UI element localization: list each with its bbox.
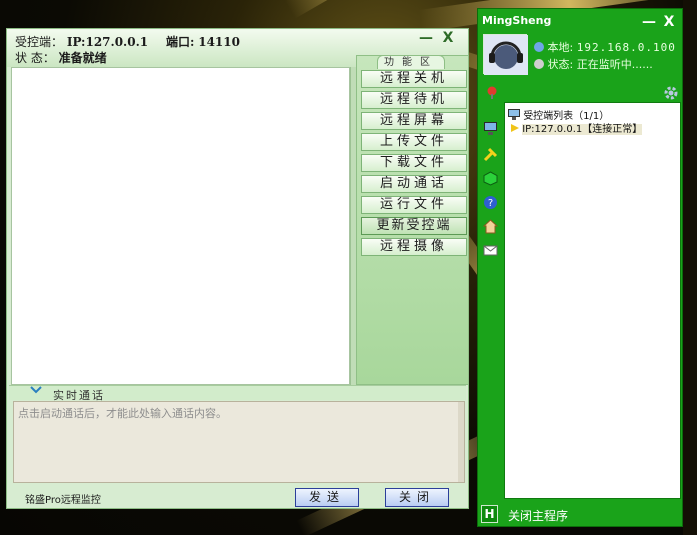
send-button[interactable]: 发送	[295, 488, 359, 507]
side-toolbar	[478, 83, 682, 103]
home-icon[interactable]	[482, 219, 499, 234]
disc-icon	[534, 59, 544, 69]
minimize-button[interactable]: —	[419, 31, 433, 45]
pin-icon[interactable]	[486, 86, 498, 103]
status-label: 状 态：	[15, 51, 55, 65]
port-value: 14110	[198, 35, 240, 49]
monitor-icon	[508, 109, 520, 120]
computer-icon	[534, 42, 544, 52]
local-ip: 192.168.0.100	[576, 41, 676, 54]
start-call-button[interactable]: 启动通话	[361, 175, 467, 193]
remote-standby-button[interactable]: 远程待机	[361, 91, 467, 109]
status-value: 准备就绪	[58, 51, 107, 65]
close-window-button[interactable]: X	[441, 31, 455, 45]
remote-camera-button[interactable]: 远程摄像	[361, 238, 467, 256]
side-footer: H 关闭主程序	[478, 502, 682, 526]
download-file-button[interactable]: 下载文件	[361, 154, 467, 172]
client-tree[interactable]: 受控端列表（1/1） IP:127.0.0.1【连接正常】	[504, 102, 681, 499]
side-icon-bar: ?	[478, 103, 504, 495]
connection-info: 受控端： IP:127.0.0.1 端口: 14110	[15, 33, 240, 50]
svg-text:?: ?	[488, 198, 493, 209]
close-button[interactable]: 关闭	[385, 488, 449, 507]
flag-icon	[511, 124, 519, 132]
exit-program-button[interactable]: 关闭主程序	[508, 507, 568, 524]
state-label: 状态:	[547, 58, 574, 71]
remote-screen-button[interactable]: 远程屏幕	[361, 112, 467, 130]
exit-icon[interactable]: H	[481, 505, 498, 523]
help-icon[interactable]: ?	[483, 195, 498, 210]
status-info: 状 态： 准备就绪	[15, 49, 107, 66]
bottom-status-text: 铭盛Pro远程监控	[25, 495, 101, 506]
remote-screen-view[interactable]	[11, 67, 350, 385]
local-label: 本地:	[547, 41, 574, 54]
chat-placeholder: 点击启动通话后，才能此处输入通话内容。	[18, 407, 227, 420]
chevron-down-icon[interactable]	[29, 384, 43, 398]
remote-control-window: 受控端： IP:127.0.0.1 端口: 14110 状 态： 准备就绪 — …	[6, 28, 469, 509]
function-area-title: 功能区	[377, 55, 445, 69]
mail-icon[interactable]	[483, 243, 498, 258]
state-row: 状态: 正在监听中......	[534, 56, 653, 72]
tools-icon[interactable]	[483, 147, 498, 162]
chat-header: 实时通话	[9, 384, 466, 402]
local-ip-row: 本地: 192.168.0.100	[534, 39, 676, 55]
ip-label: 受控端：	[15, 35, 64, 49]
avatar	[483, 34, 528, 75]
upload-file-button[interactable]: 上传文件	[361, 133, 467, 151]
remote-shutdown-button[interactable]: 远程关机	[361, 70, 467, 88]
headset-icon	[484, 35, 528, 75]
background-strip	[683, 0, 697, 535]
close-window-button[interactable]: X	[662, 15, 676, 29]
update-client-button[interactable]: 更新受控端	[361, 217, 467, 235]
mingsheng-window: MingSheng — X 本地: 192.168.0.100 状态: 正在监听…	[477, 8, 683, 527]
cube-icon[interactable]	[483, 171, 498, 186]
function-panel: 功能区 远程关机 远程待机 远程屏幕 上传文件 下载文件 启动通话 运行文件 更…	[356, 55, 469, 385]
port-label: 端口:	[165, 35, 195, 49]
ip-value: IP:127.0.0.1	[66, 35, 149, 49]
minimize-button[interactable]: —	[642, 15, 656, 29]
gear-icon[interactable]	[664, 86, 678, 103]
chat-scrollbar[interactable]	[458, 402, 464, 482]
chat-input[interactable]: 点击启动通话后，才能此处输入通话内容。	[13, 401, 465, 483]
state-value: 正在监听中......	[576, 58, 653, 71]
window-title: MingSheng	[482, 14, 552, 27]
tree-item[interactable]: IP:127.0.0.1【连接正常】	[511, 120, 643, 135]
run-file-button[interactable]: 运行文件	[361, 196, 467, 214]
monitor-icon[interactable]	[483, 121, 498, 136]
tree-item-label: IP:127.0.0.1【连接正常】	[522, 124, 643, 135]
